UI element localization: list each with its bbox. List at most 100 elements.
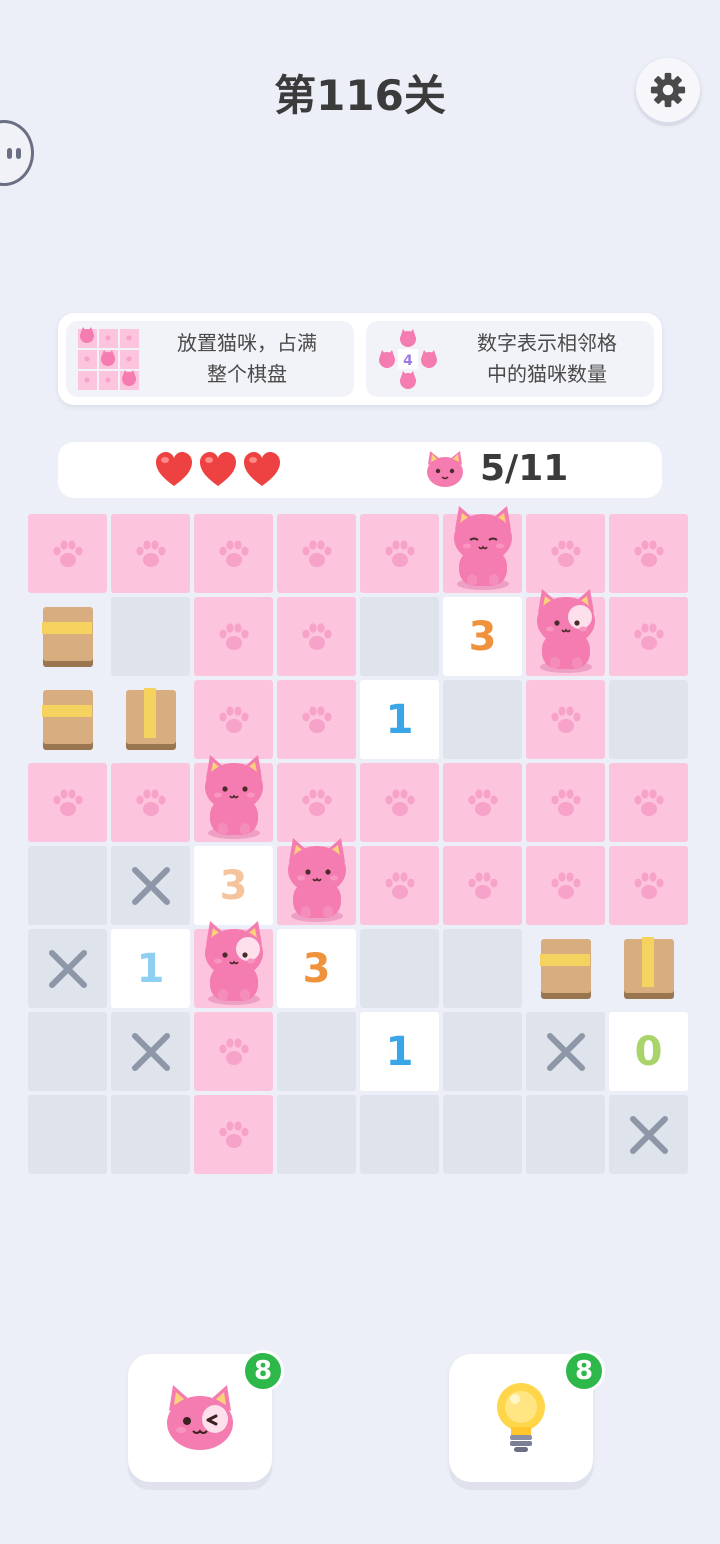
paw-icon bbox=[550, 539, 581, 567]
board-cell-empty[interactable] bbox=[443, 680, 522, 759]
board-cell-empty[interactable] bbox=[277, 1095, 356, 1174]
board-cell-paw[interactable] bbox=[111, 763, 190, 842]
board-cell-crossed[interactable] bbox=[28, 929, 107, 1008]
wink-cat-icon bbox=[167, 1385, 233, 1450]
board-cell-paw[interactable] bbox=[360, 763, 439, 842]
cat-counter: 5/11 bbox=[424, 448, 568, 489]
board-cell-empty[interactable] bbox=[28, 1095, 107, 1174]
cell-number-label: 0 bbox=[634, 1028, 663, 1075]
board-cell-paw[interactable] bbox=[111, 514, 190, 593]
board-cell-cat[interactable] bbox=[194, 921, 273, 1008]
board-cell-cat[interactable] bbox=[526, 589, 605, 676]
board-cell-empty[interactable] bbox=[443, 1095, 522, 1174]
heart-icon bbox=[244, 452, 280, 486]
cell-number-label: 1 bbox=[385, 1028, 414, 1075]
cross-mark-icon bbox=[629, 1115, 668, 1154]
side-float-handle[interactable] bbox=[0, 120, 34, 186]
cell-number-label: 3 bbox=[302, 945, 331, 992]
board-cell-empty[interactable] bbox=[28, 1012, 107, 1091]
board-cell-paw[interactable] bbox=[277, 763, 356, 842]
board-cell-number: 1 bbox=[360, 680, 439, 759]
box-icon bbox=[125, 687, 176, 750]
rule-number-meaning: 4 数字表示相邻格 中的猫咪数量 bbox=[366, 321, 654, 397]
cat-grid-icon bbox=[78, 327, 139, 390]
board-cell-paw[interactable] bbox=[609, 763, 688, 842]
board-cell-paw[interactable] bbox=[277, 514, 356, 593]
rule-text: 放置猫咪，占满 整个棋盘 bbox=[177, 331, 317, 386]
board-cell-crossed[interactable] bbox=[526, 1012, 605, 1091]
board-cell-empty[interactable] bbox=[360, 929, 439, 1008]
paw-icon bbox=[467, 788, 498, 816]
board-cell-cat[interactable] bbox=[277, 838, 356, 925]
board-cell-paw[interactable] bbox=[443, 846, 522, 925]
board-cell-crossed[interactable] bbox=[111, 1012, 190, 1091]
paw-icon bbox=[384, 871, 415, 899]
cell-number-label: 1 bbox=[385, 696, 414, 743]
board-cell-number: 1 bbox=[111, 929, 190, 1008]
board-cell-crossed[interactable] bbox=[111, 846, 190, 925]
board-cell-paw[interactable] bbox=[277, 597, 356, 676]
rule-fill-board: 放置猫咪，占满 整个棋盘 bbox=[66, 321, 354, 397]
board-cell-paw[interactable] bbox=[526, 514, 605, 593]
cat-icon bbox=[205, 921, 263, 1005]
paw-icon bbox=[633, 788, 664, 816]
board-cell-empty[interactable] bbox=[111, 1095, 190, 1174]
board-cell-number: 0 bbox=[609, 1012, 688, 1091]
cell-number-label: 3 bbox=[468, 613, 497, 660]
gear-icon bbox=[650, 72, 686, 108]
board-cell-paw[interactable] bbox=[360, 514, 439, 593]
board-cell-empty[interactable] bbox=[277, 1012, 356, 1091]
board-cell-empty[interactable] bbox=[360, 597, 439, 676]
board-cell-empty[interactable] bbox=[443, 1012, 522, 1091]
paw-icon bbox=[135, 788, 166, 816]
settings-button[interactable] bbox=[636, 58, 700, 122]
board-cell-empty[interactable] bbox=[443, 929, 522, 1008]
board-cell-paw[interactable] bbox=[194, 1095, 273, 1174]
board-cell-empty[interactable] bbox=[111, 597, 190, 676]
board-cell-crossed[interactable] bbox=[609, 1095, 688, 1174]
board-cell-paw[interactable] bbox=[609, 597, 688, 676]
board-cell-empty[interactable] bbox=[609, 680, 688, 759]
board-cell-paw[interactable] bbox=[526, 763, 605, 842]
board-cell-paw[interactable] bbox=[526, 846, 605, 925]
board-cell-number: 3 bbox=[277, 929, 356, 1008]
paw-icon bbox=[633, 871, 664, 899]
cat-hint-button[interactable]: 8 bbox=[128, 1350, 284, 1482]
board-cell-paw[interactable] bbox=[28, 763, 107, 842]
board-cell-paw[interactable] bbox=[609, 514, 688, 593]
paw-icon bbox=[301, 539, 332, 567]
board-cell-number: 1 bbox=[360, 1012, 439, 1091]
board-cell-paw[interactable] bbox=[28, 514, 107, 593]
paw-icon bbox=[301, 705, 332, 733]
cross-mark-icon bbox=[131, 866, 170, 905]
board-cell-paw[interactable] bbox=[360, 846, 439, 925]
board-cell-empty[interactable] bbox=[360, 1095, 439, 1174]
paw-icon bbox=[550, 788, 581, 816]
rules-panel: 放置猫咪，占满 整个棋盘 4 数字表示相邻格 中的猫咪数量 bbox=[58, 313, 662, 405]
level-title: 第116关 bbox=[274, 71, 446, 120]
board-cell-box bbox=[111, 680, 190, 759]
board-cell-empty[interactable] bbox=[28, 846, 107, 925]
lightbulb-hint-button[interactable]: 8 bbox=[449, 1350, 605, 1482]
board-cell-paw[interactable] bbox=[194, 680, 273, 759]
board-cell-cat[interactable] bbox=[194, 755, 273, 842]
board-cell-paw[interactable] bbox=[194, 514, 273, 593]
cross-mark-icon bbox=[131, 1032, 170, 1071]
box-icon bbox=[41, 689, 93, 750]
board-cell-paw[interactable] bbox=[526, 680, 605, 759]
cross-mark-icon bbox=[48, 949, 87, 988]
board-cell-cat[interactable] bbox=[443, 506, 522, 593]
board-cell-paw[interactable] bbox=[609, 846, 688, 925]
board-cell-paw[interactable] bbox=[443, 763, 522, 842]
cat-icon bbox=[537, 589, 595, 673]
cat-icon bbox=[205, 755, 263, 839]
paw-icon bbox=[550, 705, 581, 733]
board-cell-paw[interactable] bbox=[194, 597, 273, 676]
paw-icon bbox=[52, 788, 83, 816]
board-cell-paw[interactable] bbox=[277, 680, 356, 759]
cat-neighbors-icon: 4 bbox=[379, 329, 437, 389]
board-cell-empty[interactable] bbox=[526, 1095, 605, 1174]
paw-icon bbox=[550, 871, 581, 899]
board-cell-box bbox=[526, 929, 605, 1008]
board-cell-paw[interactable] bbox=[194, 1012, 273, 1091]
